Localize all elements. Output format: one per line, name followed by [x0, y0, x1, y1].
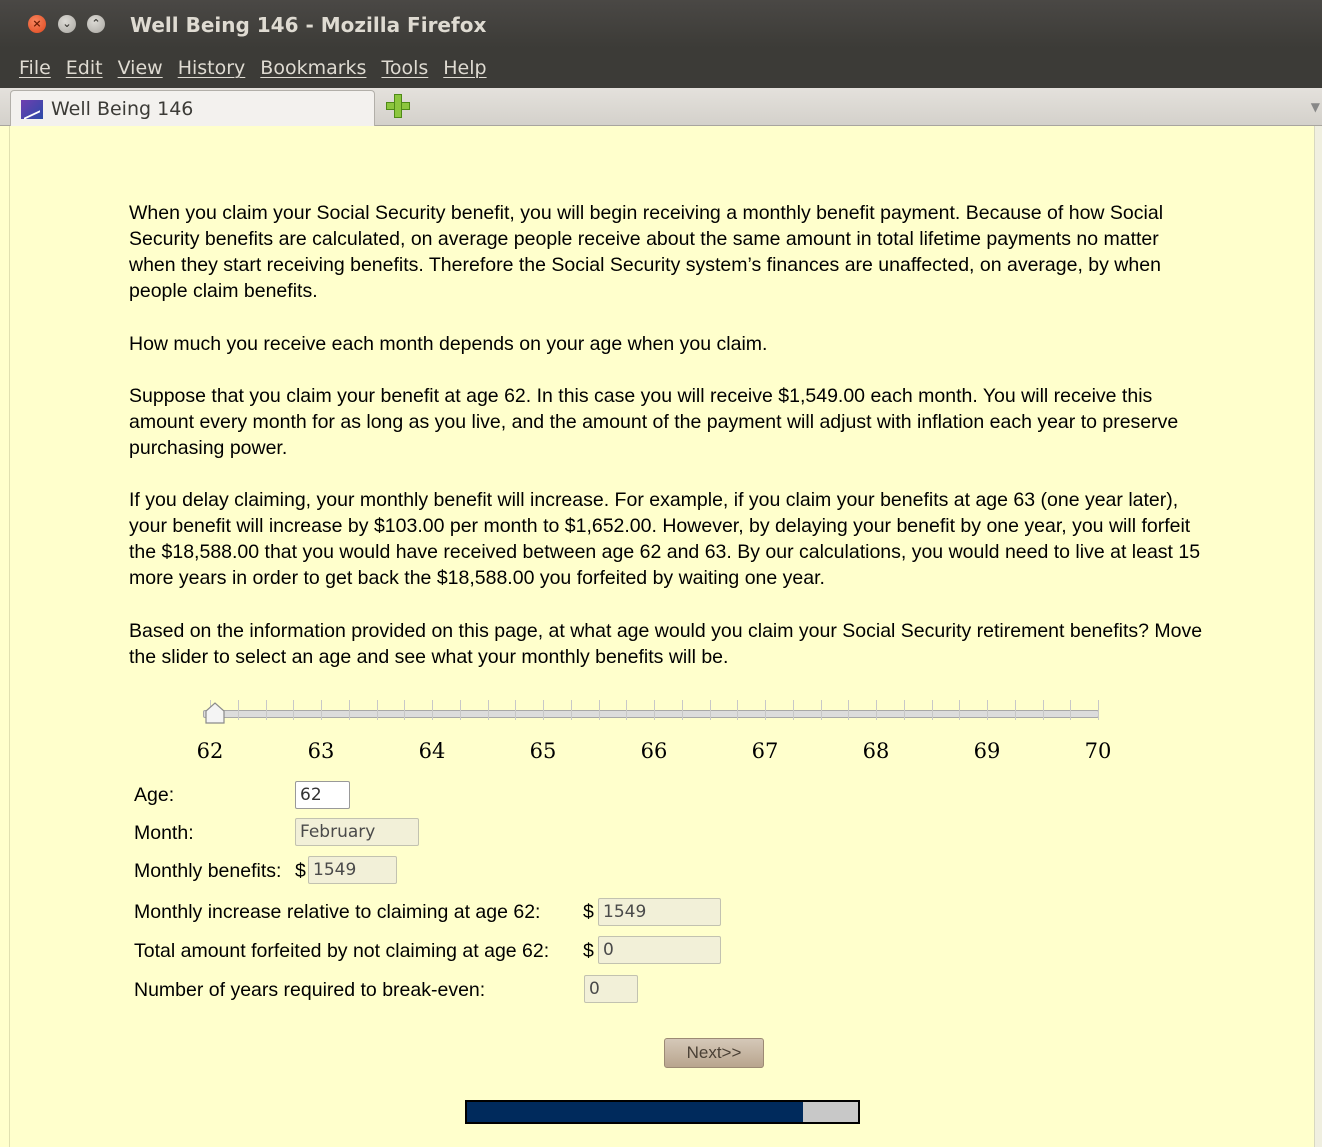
slider-tick	[1070, 700, 1072, 720]
slider-tick	[570, 700, 572, 720]
month-field: February	[295, 818, 419, 846]
slider-tick	[709, 700, 711, 720]
monthly-benefits-label: Monthly benefits:	[134, 860, 282, 882]
slider-tick	[903, 700, 905, 720]
menu-view[interactable]: View	[118, 57, 163, 79]
slider-tick	[376, 700, 378, 720]
window-titlebar: × ⌄ ⌃ Well Being 146 - Mozilla Firefox	[0, 0, 1322, 48]
slider-tick	[459, 700, 461, 720]
slider-tick	[432, 700, 433, 720]
scrollbar[interactable]	[1314, 126, 1322, 1147]
slider-tick	[848, 700, 850, 720]
survey-progress-bar	[465, 1100, 860, 1124]
slider-tick	[515, 700, 517, 720]
slider-tick	[404, 700, 406, 720]
slider-tick	[931, 700, 933, 720]
claim-at-62-paragraph: Suppose that you claim your benefit at a…	[129, 385, 1179, 459]
age-slider-track[interactable]	[203, 710, 1099, 718]
total-forfeited-label: Total amount forfeited by not claiming a…	[134, 940, 550, 962]
monthly-benefits-field: 1549	[308, 856, 397, 884]
intro-paragraph: When you claim your Social Security bene…	[129, 202, 1164, 302]
question-paragraph: Based on the information provided on thi…	[129, 620, 1203, 668]
slider-tick	[1014, 700, 1016, 720]
new-tab-plus-icon[interactable]	[386, 94, 410, 118]
monthly-increase-field: 1549	[598, 898, 721, 926]
menu-bar: File Edit View History Bookmarks Tools H…	[0, 48, 1322, 88]
tab-strip: Well Being 146	[0, 88, 1322, 126]
total-forfeited-field: 0	[598, 936, 721, 964]
rand-favicon-icon	[21, 100, 43, 119]
maximize-window-icon[interactable]: ⌃	[87, 15, 105, 33]
slider-tick	[487, 700, 489, 720]
month-label: Month:	[134, 822, 194, 844]
survey-progress-fill	[467, 1102, 804, 1122]
content-left-edge	[0, 126, 10, 1147]
age-input[interactable]: 62	[295, 781, 350, 809]
slider-tick-label: 67	[751, 739, 779, 763]
menu-file[interactable]: File	[19, 57, 51, 79]
slider-tick	[820, 700, 822, 720]
slider-tick-label: 64	[418, 739, 446, 763]
slider-tick	[543, 700, 544, 720]
slider-tick	[237, 700, 239, 720]
slider-tick	[1098, 700, 1099, 720]
tab-list-arrow-icon[interactable]: ▼	[1311, 100, 1320, 114]
breakeven-label: Number of years required to break-even:	[134, 979, 486, 1001]
close-window-icon[interactable]: ×	[28, 15, 46, 33]
next-button[interactable]: Next>>	[664, 1038, 764, 1068]
slider-tick	[654, 700, 655, 720]
menu-tools[interactable]: Tools	[381, 57, 428, 79]
monthly-increase-currency: $	[583, 901, 594, 923]
tab-label: Well Being 146	[51, 98, 194, 120]
slider-tick	[293, 700, 295, 720]
slider-tick	[681, 700, 683, 720]
delay-claiming-paragraph: If you delay claiming, your monthly bene…	[129, 489, 1201, 589]
slider-tick	[321, 700, 322, 720]
monthly-benefits-currency: $	[295, 860, 306, 882]
age-slider-handle[interactable]	[205, 702, 225, 724]
slider-tick-label: 66	[640, 739, 668, 763]
slider-tick	[765, 700, 766, 720]
total-forfeited-currency: $	[583, 940, 594, 962]
slider-tick	[265, 700, 267, 720]
monthly-increase-label: Monthly increase relative to claiming at…	[134, 901, 541, 923]
slider-tick-label: 62	[196, 739, 224, 763]
menu-help[interactable]: Help	[443, 57, 486, 79]
slider-tick	[959, 700, 961, 720]
slider-tick-label: 70	[1084, 739, 1112, 763]
slider-tick	[626, 700, 628, 720]
window-title: Well Being 146 - Mozilla Firefox	[130, 13, 487, 37]
age-label: Age:	[134, 784, 175, 806]
slider-tick-label: 68	[862, 739, 890, 763]
tab-well-being[interactable]: Well Being 146	[10, 90, 375, 126]
minimize-window-icon[interactable]: ⌄	[58, 15, 76, 33]
slider-tick	[792, 700, 794, 720]
slider-tick	[876, 700, 877, 720]
slider-tick	[1042, 700, 1044, 720]
menu-history[interactable]: History	[178, 57, 246, 79]
slider-tick-label: 63	[307, 739, 335, 763]
menu-edit[interactable]: Edit	[66, 57, 103, 79]
slider-tick	[598, 700, 600, 720]
slider-tick	[348, 700, 350, 720]
slider-tick-label: 69	[973, 739, 1001, 763]
age-dependence-paragraph: How much you receive each month depends …	[129, 333, 768, 355]
menu-bookmarks[interactable]: Bookmarks	[260, 57, 366, 79]
slider-tick	[737, 700, 739, 720]
slider-tick	[987, 700, 988, 720]
breakeven-field: 0	[584, 975, 638, 1003]
slider-tick-label: 65	[529, 739, 557, 763]
